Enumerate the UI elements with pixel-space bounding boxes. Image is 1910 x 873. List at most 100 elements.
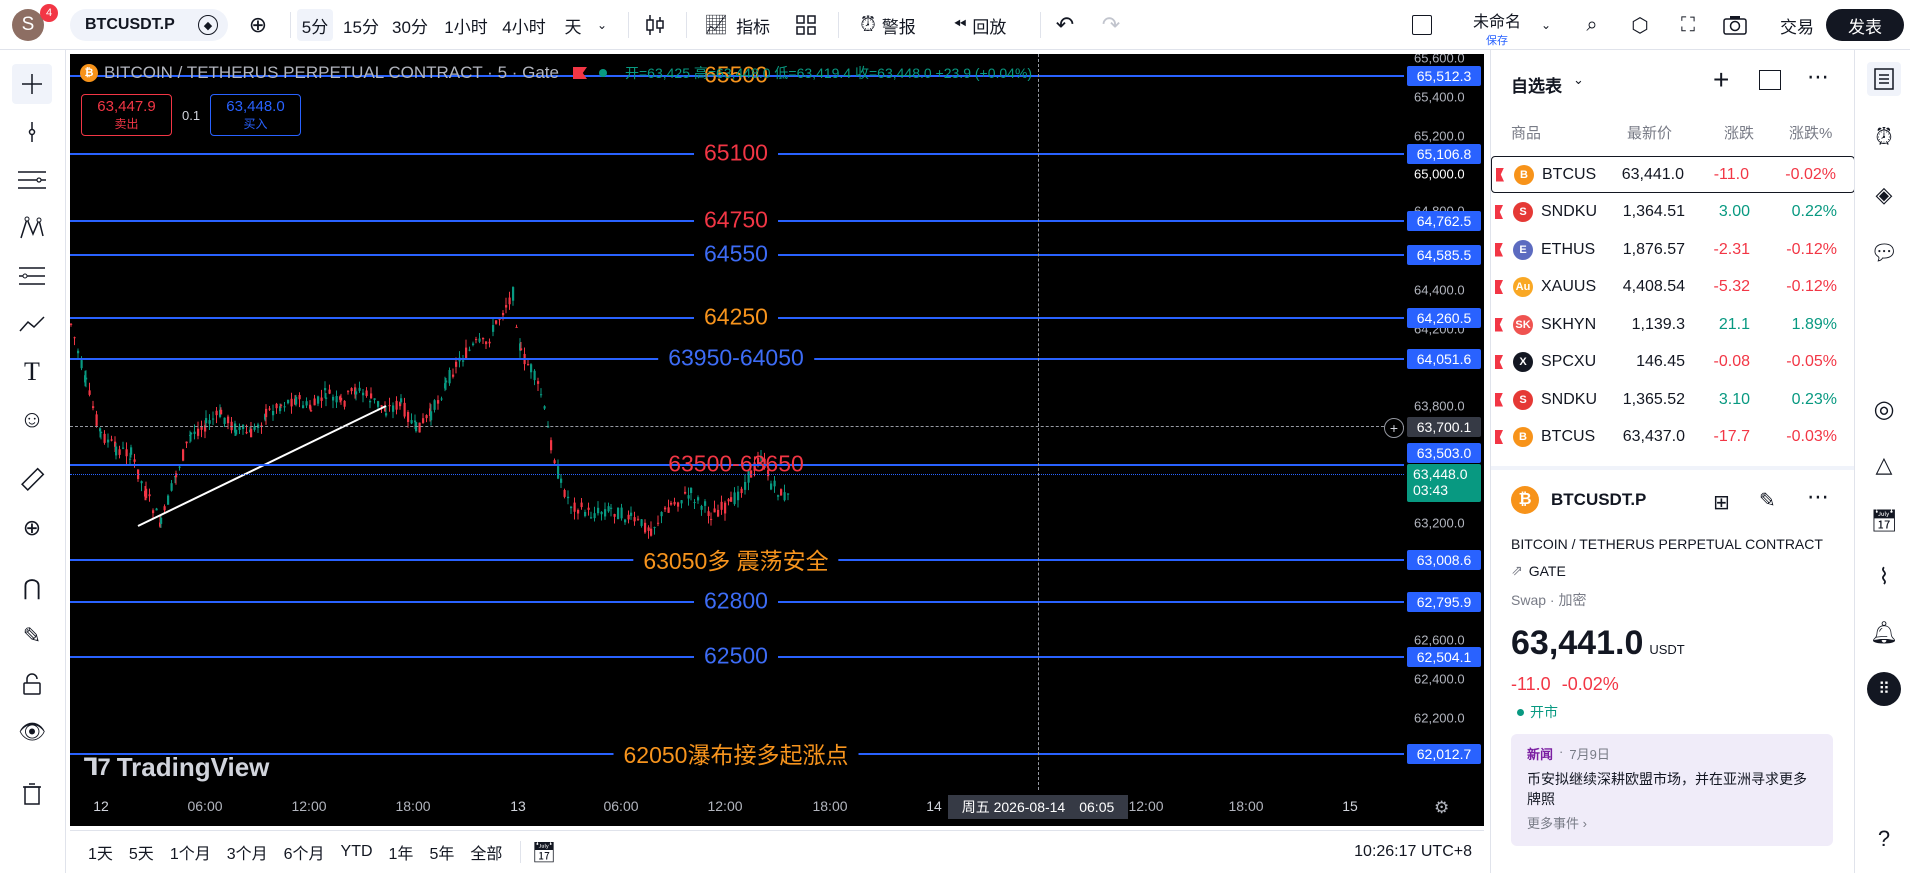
- col-symbol[interactable]: 商品: [1511, 122, 1541, 143]
- flag-icon[interactable]: [1495, 280, 1503, 294]
- interval-5m[interactable]: 5分: [297, 9, 333, 41]
- horizontal-lines-icon[interactable]: [12, 160, 52, 200]
- range-5d[interactable]: 5天: [121, 840, 162, 864]
- pattern-icon[interactable]: [12, 208, 52, 248]
- chat-icon[interactable]: 💬︎: [1867, 236, 1901, 270]
- tradingview-logo[interactable]: ⅂7 TradingView: [84, 752, 269, 783]
- lock-icon[interactable]: [12, 664, 52, 704]
- candles-icon[interactable]: [640, 9, 670, 41]
- watchlist-row[interactable]: S SNDKU 1,364.51 3.00 0.22%: [1491, 194, 1855, 231]
- range-1m[interactable]: 1个月: [162, 840, 219, 864]
- layout-grid-icon[interactable]: ⊞: [1713, 490, 1730, 515]
- chevron-down-icon[interactable]: ⌄: [592, 9, 612, 41]
- symbol-search-button[interactable]: BTCUSDT.P ◆: [70, 9, 228, 41]
- buy-button[interactable]: 63,448.0 买入: [210, 94, 301, 136]
- fib-icon[interactable]: [12, 256, 52, 296]
- flag-icon[interactable]: [572, 67, 587, 79]
- sell-button[interactable]: 63,447.9 卖出: [81, 94, 172, 136]
- templates-grid-icon[interactable]: [790, 9, 822, 41]
- range-ytd[interactable]: YTD: [333, 843, 381, 861]
- watchlist-row[interactable]: X SPCXU 146.45 -0.08 -0.05%: [1491, 344, 1855, 381]
- bell-icon[interactable]: 🔔︎: [1867, 616, 1901, 650]
- fullscreen-icon[interactable]: ⛶: [1672, 9, 1704, 41]
- help-icon[interactable]: ?: [1867, 822, 1901, 856]
- range-5y[interactable]: 5年: [421, 840, 462, 864]
- watchlist-row[interactable]: SK SKHYN 1,139.3 21.1 1.89%: [1491, 306, 1855, 343]
- col-last[interactable]: 最新价: [1627, 122, 1672, 143]
- apps-grid-icon[interactable]: ⠿: [1867, 672, 1901, 706]
- more-icon[interactable]: ⋯: [1807, 64, 1829, 90]
- details-symbol[interactable]: BTCUSDT.P: [1551, 490, 1646, 510]
- flag-icon[interactable]: [1495, 430, 1503, 444]
- watchlist-row[interactable]: Au XAUUS 4,408.54 -5.32 -0.12%: [1491, 269, 1855, 306]
- replay-button[interactable]: ⏪︎ 回放: [944, 9, 1016, 41]
- chevron-down-icon[interactable]: ⌄: [1536, 9, 1556, 41]
- add-alert-plus-icon[interactable]: +: [1384, 418, 1404, 438]
- compare-plus-icon[interactable]: ⊕: [242, 9, 274, 41]
- flag-icon[interactable]: [1495, 317, 1503, 332]
- text-icon[interactable]: T: [12, 352, 52, 392]
- range-1d[interactable]: 1天: [70, 840, 121, 864]
- watchlist-row[interactable]: B BTCUS 63,437.0 -17.7 -0.03%: [1491, 419, 1855, 456]
- flag-icon[interactable]: [1495, 205, 1503, 219]
- chart-legend[interactable]: ₿ BITCOIN / TETHERUS PERPETUAL CONTRACT …: [80, 63, 1032, 83]
- layers-icon[interactable]: ◈: [1867, 178, 1901, 212]
- flag-icon[interactable]: [1495, 355, 1503, 369]
- settings-icon[interactable]: ⬡: [1624, 9, 1656, 41]
- flag-icon[interactable]: [1495, 392, 1503, 407]
- add-symbol-icon[interactable]: +: [1713, 64, 1729, 96]
- interval-30m[interactable]: 30分: [388, 9, 432, 41]
- alarm-clock-icon[interactable]: ⏰︎: [1867, 120, 1901, 154]
- flag-icon[interactable]: [1495, 242, 1503, 257]
- col-pct[interactable]: 涨跌%: [1789, 122, 1832, 143]
- camera-icon[interactable]: [1718, 9, 1752, 41]
- interval-4h[interactable]: 4小时: [498, 9, 550, 41]
- calendar-icon[interactable]: 📅︎: [1867, 504, 1901, 538]
- range-1y[interactable]: 1年: [381, 840, 422, 864]
- zoom-in-icon[interactable]: ⊕: [12, 508, 52, 548]
- pencil-lock-icon[interactable]: ✎: [12, 616, 52, 656]
- alert-button[interactable]: ⏰︎ 警报: [850, 9, 926, 41]
- flag-icon[interactable]: [1496, 167, 1504, 182]
- watchlist-icon[interactable]: [1867, 62, 1901, 96]
- chart-pane[interactable]: 65500 65100 64750 64550 64250 63950-6405…: [70, 54, 1404, 826]
- magnet-icon[interactable]: ⋂: [12, 568, 52, 608]
- trash-icon[interactable]: [12, 774, 52, 814]
- indicators-button[interactable]: 📈︎ 指标: [700, 9, 774, 41]
- clock[interactable]: 10:26:17 UTC+8: [1354, 843, 1472, 861]
- date-range-icon[interactable]: 📅︎: [531, 840, 556, 865]
- details-exchange-row[interactable]: ⇗ GATE: [1511, 562, 1566, 579]
- interval-15m[interactable]: 15分: [340, 9, 382, 41]
- redo-icon[interactable]: ↷: [1096, 9, 1126, 41]
- edit-icon[interactable]: ✎: [1759, 488, 1776, 513]
- time-scale[interactable]: 12 06:00 12:00 18:00 13 06:00 12:00 18:0…: [70, 790, 1484, 826]
- range-3m[interactable]: 3个月: [219, 840, 276, 864]
- chevron-down-icon[interactable]: ⌄: [1573, 72, 1584, 88]
- advanced-view-icon[interactable]: [1759, 70, 1781, 90]
- price-scale[interactable]: 65,600.0 65,400.0 65,200.0 65,000.0 64,8…: [1404, 54, 1484, 826]
- watchlist-row[interactable]: S SNDKU 1,365.52 3.10 0.23%: [1491, 381, 1855, 418]
- watchlist-row[interactable]: E ETHUS 1,876.57 -2.31 -0.12%: [1491, 231, 1855, 268]
- range-all[interactable]: 全部: [462, 840, 510, 864]
- interval-1d[interactable]: 天: [558, 9, 588, 41]
- crosshair-icon[interactable]: [12, 64, 52, 104]
- trade-button[interactable]: 交易: [1776, 9, 1818, 41]
- range-6m[interactable]: 6个月: [276, 840, 333, 864]
- watchlist-title[interactable]: 自选表: [1511, 72, 1562, 97]
- publish-button[interactable]: 发表: [1826, 9, 1904, 41]
- more-events-link[interactable]: 更多事件 ›: [1527, 813, 1817, 832]
- quick-search-icon[interactable]: ⌕: [1576, 9, 1608, 41]
- eye-icon[interactable]: 👁︎: [12, 712, 52, 752]
- favorite-icon[interactable]: ◆: [198, 15, 218, 35]
- interval-1h[interactable]: 1小时: [440, 9, 492, 41]
- emoji-icon[interactable]: ☺: [12, 400, 52, 440]
- ideas-icon[interactable]: △: [1867, 448, 1901, 482]
- watchlist-row[interactable]: B BTCUS 63,441.0 -11.0 -0.02%: [1491, 156, 1855, 193]
- layout-name-button[interactable]: 未命名 保存: [1456, 8, 1538, 47]
- col-chg[interactable]: 涨跌: [1724, 122, 1754, 143]
- brush-icon[interactable]: [12, 304, 52, 344]
- ruler-icon[interactable]: [12, 460, 52, 500]
- time-settings-icon[interactable]: ⚙: [1434, 798, 1449, 818]
- undo-icon[interactable]: ↶: [1050, 9, 1080, 41]
- trend-line-icon[interactable]: [12, 112, 52, 152]
